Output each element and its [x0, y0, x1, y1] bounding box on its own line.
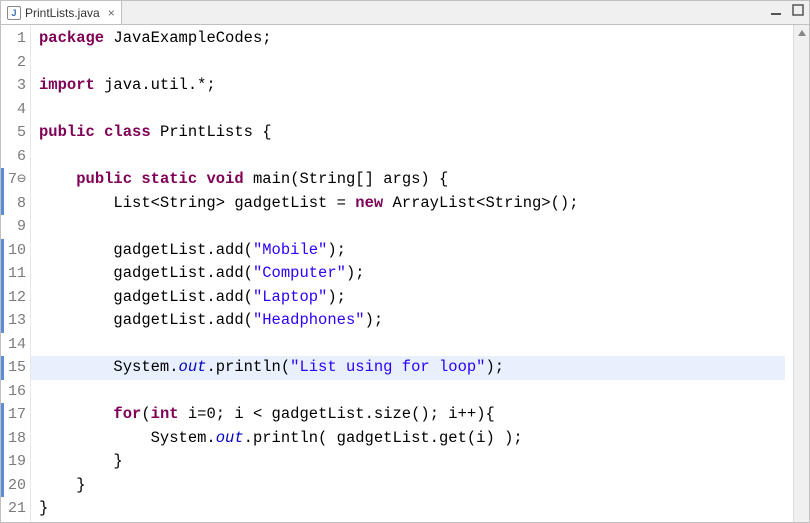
line-number: 6	[1, 145, 30, 169]
editor-tab[interactable]: J PrintLists.java ×	[1, 1, 122, 24]
code-line[interactable]: for(int i=0; i < gadgetList.size(); i++)…	[39, 403, 793, 427]
code-line[interactable]: import java.util.*;	[39, 74, 793, 98]
tab-bar: J PrintLists.java ×	[1, 1, 809, 25]
window-controls	[769, 3, 805, 17]
code-line[interactable]	[39, 380, 793, 404]
line-number: 16	[1, 380, 30, 404]
line-number: 21	[1, 497, 30, 521]
scroll-up-arrow-icon[interactable]	[794, 25, 809, 41]
editor-area: 1234567⊖89101112131415161718192021 packa…	[1, 25, 809, 522]
line-number: 8	[1, 192, 30, 216]
line-number: 17	[1, 403, 30, 427]
code-line[interactable]: gadgetList.add("Laptop");	[39, 286, 793, 310]
code-editor[interactable]: package JavaExampleCodes; import java.uti…	[31, 25, 793, 522]
line-number: 9	[1, 215, 30, 239]
line-number: 14	[1, 333, 30, 357]
line-number: 10	[1, 239, 30, 263]
line-number-gutter[interactable]: 1234567⊖89101112131415161718192021	[1, 25, 31, 522]
line-number: 2	[1, 51, 30, 75]
line-number: 13	[1, 309, 30, 333]
line-number: 11	[1, 262, 30, 286]
line-number: 1	[1, 27, 30, 51]
vertical-scrollbar[interactable]	[793, 25, 809, 522]
line-number: 7⊖	[1, 168, 30, 192]
code-line[interactable]	[39, 98, 793, 122]
code-line[interactable]	[39, 333, 793, 357]
code-line[interactable]: public class PrintLists {	[39, 121, 793, 145]
code-line[interactable]: }	[39, 474, 793, 498]
code-line[interactable]: }	[39, 497, 793, 521]
code-line[interactable]: public static void main(String[] args) {	[39, 168, 793, 192]
code-line[interactable]: System.out.println("List using for loop"…	[31, 356, 785, 380]
code-line[interactable]: System.out.println( gadgetList.get(i) );	[39, 427, 793, 451]
line-number: 12	[1, 286, 30, 310]
line-number: 18	[1, 427, 30, 451]
maximize-icon[interactable]	[791, 3, 805, 17]
line-number: 3	[1, 74, 30, 98]
line-number: 20	[1, 474, 30, 498]
code-line[interactable]: package JavaExampleCodes;	[39, 27, 793, 51]
line-number: 19	[1, 450, 30, 474]
code-line[interactable]	[39, 215, 793, 239]
code-line[interactable]	[39, 51, 793, 75]
minimize-icon[interactable]	[769, 3, 783, 17]
line-number: 4	[1, 98, 30, 122]
line-number: 5	[1, 121, 30, 145]
code-line[interactable]: }	[39, 450, 793, 474]
java-file-icon: J	[7, 6, 21, 20]
code-line[interactable]	[39, 145, 793, 169]
tab-filename: PrintLists.java	[25, 6, 100, 20]
line-number: 15	[1, 356, 30, 380]
code-line[interactable]: gadgetList.add("Headphones");	[39, 309, 793, 333]
code-line[interactable]: List<String> gadgetList = new ArrayList<…	[39, 192, 793, 216]
close-tab-icon[interactable]: ×	[108, 6, 115, 20]
code-line[interactable]: gadgetList.add("Mobile");	[39, 239, 793, 263]
code-line[interactable]: gadgetList.add("Computer");	[39, 262, 793, 286]
